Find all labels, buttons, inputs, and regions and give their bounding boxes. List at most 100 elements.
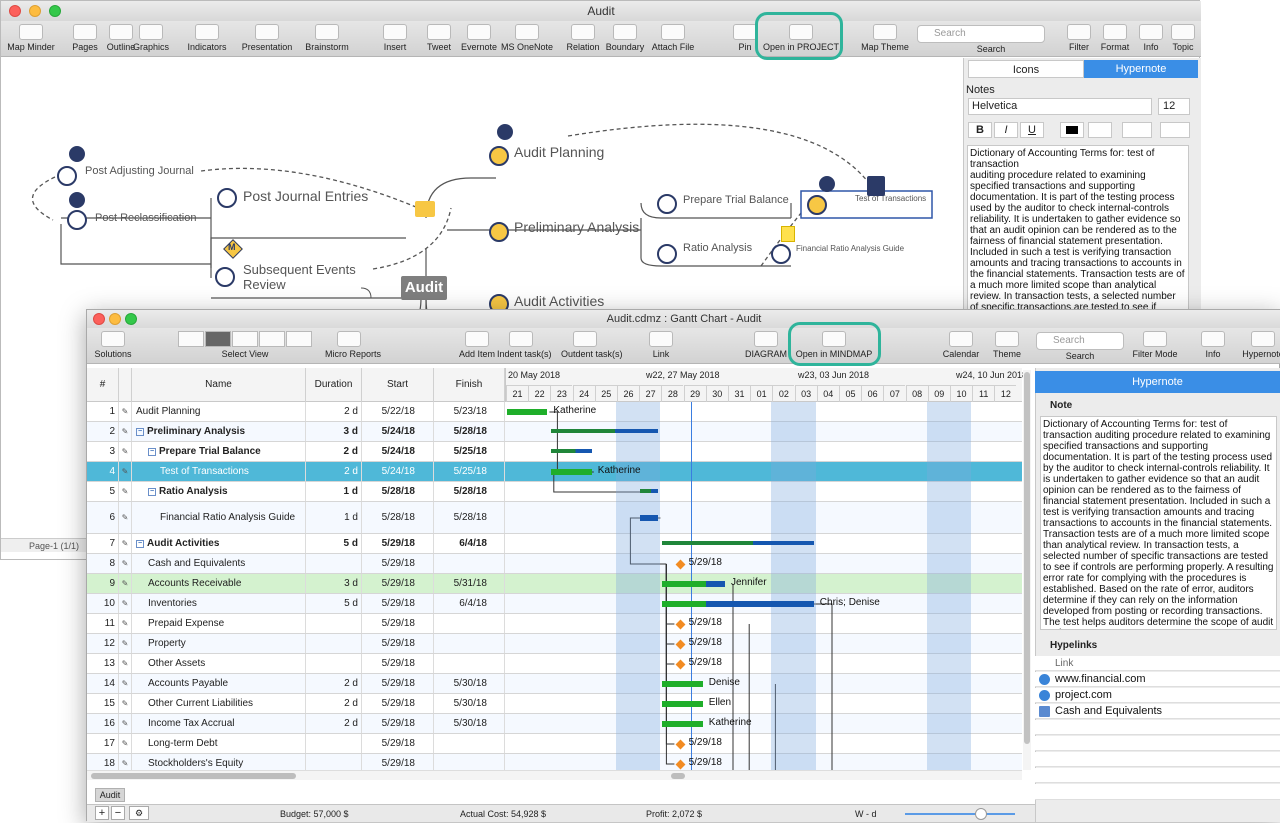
map-minder-icon: [19, 24, 43, 40]
toolbar-map-theme-button[interactable]: Map Theme: [859, 21, 911, 57]
topic-link-icon: [1039, 706, 1050, 717]
weekend-band: [926, 402, 972, 770]
gear-icon[interactable]: ⚙: [129, 806, 149, 820]
toolbar-label: Evernote: [460, 42, 498, 52]
clock-icon: [57, 166, 77, 186]
text-color-button[interactable]: [1060, 122, 1084, 138]
align-button[interactable]: [1160, 122, 1190, 138]
toolbar-label: Map Theme: [861, 42, 909, 52]
horizontal-scrollbar[interactable]: [87, 770, 1022, 780]
task-clock-icon: [69, 192, 85, 208]
vertical-scrollbar[interactable]: [1023, 370, 1031, 770]
topic-financial-ratio-guide[interactable]: Financial Ratio Analysis Guide: [796, 244, 904, 253]
bar-label: Ellen: [708, 697, 732, 708]
progress-bar[interactable]: [662, 701, 703, 707]
zoom-slider[interactable]: [905, 808, 1015, 820]
bar-label: Katherine: [708, 717, 752, 728]
progress-bar[interactable]: [551, 469, 592, 475]
onenote-icon: [515, 24, 539, 40]
list-style-button[interactable]: [1122, 122, 1152, 138]
tab-icons[interactable]: Icons: [968, 60, 1084, 78]
pin-icon: [733, 24, 757, 40]
brainstorm-icon: [315, 24, 339, 40]
bold-button[interactable]: B: [968, 122, 992, 138]
summary-bar[interactable]: [551, 429, 659, 433]
topic-post-journal-entries[interactable]: Post Journal Entries: [243, 188, 368, 204]
progress-bar[interactable]: [662, 581, 707, 587]
minimize-window-button[interactable]: [29, 5, 41, 17]
font-select[interactable]: Helvetica: [968, 98, 1152, 115]
bar-label: Jennifer: [731, 577, 767, 588]
topic-audit-activities[interactable]: Audit Activities: [514, 293, 604, 309]
toolbar-graphics-button[interactable]: Graphics: [125, 21, 177, 57]
task-bar[interactable]: [706, 581, 725, 587]
task-bar[interactable]: [640, 515, 659, 521]
close-window-button[interactable]: [9, 5, 21, 17]
hyperlink-empty-row: [1035, 784, 1280, 800]
insert-icon: [383, 24, 407, 40]
add-sheet-button[interactable]: +: [95, 806, 109, 820]
fill-color-button[interactable]: [1088, 122, 1112, 138]
topic-preliminary-analysis[interactable]: Preliminary Analysis: [514, 219, 639, 235]
mindmap-toolbar: Map Minder Pages Outline Graphics Indicators…: [1, 21, 1201, 57]
toolbar-attach-file-button[interactable]: Attach File: [647, 21, 699, 57]
filter-icon: [1067, 24, 1091, 40]
hyperlink-empty-row: [1035, 768, 1280, 783]
clock-icon: [771, 244, 791, 264]
summary-bar[interactable]: [640, 489, 659, 493]
task-bar[interactable]: [706, 601, 814, 607]
center-topic-audit[interactable]: Audit: [401, 276, 447, 300]
topic-post-reclassification[interactable]: Post Reclassification: [95, 212, 197, 224]
mindmap-note-text[interactable]: Dictionary of Accounting Terms for: test…: [967, 145, 1189, 313]
progress-bar[interactable]: [507, 409, 548, 415]
progress-clock-icon: [807, 195, 827, 215]
progress-bar[interactable]: [662, 721, 703, 727]
toolbar-topic-button[interactable]: Topic: [1157, 21, 1209, 57]
toolbar-ms-onenote-button[interactable]: MS OneNote: [501, 21, 553, 57]
topic-audit-planning[interactable]: Audit Planning: [514, 144, 604, 160]
progress-bar[interactable]: [662, 681, 703, 687]
toolbar-search-button[interactable]: Search Search: [917, 21, 1051, 57]
bar-label: Katherine: [597, 465, 641, 476]
open-project-highlight: [755, 12, 843, 60]
clock-icon: [217, 188, 237, 208]
attach-icon: [661, 24, 685, 40]
toolbar-brainstorm-button[interactable]: Brainstorm: [301, 21, 353, 57]
topic-prepare-trial-balance[interactable]: Prepare Trial Balance: [683, 194, 789, 206]
toolbar-evernote-button[interactable]: Evernote: [453, 21, 505, 57]
search-input[interactable]: Search: [917, 25, 1045, 43]
dependency-line: [549, 411, 558, 472]
bar-label: 5/29/18: [688, 757, 722, 768]
tab-hypernote[interactable]: Hypernote: [1084, 60, 1198, 78]
summary-bar[interactable]: [551, 449, 592, 453]
topic-post-adjusting-journal[interactable]: Post Adjusting Journal: [85, 165, 194, 177]
toolbar-boundary-button[interactable]: Boundary: [599, 21, 651, 57]
dependency-line: [813, 603, 833, 776]
topic-subsequent-events-review[interactable]: Subsequent Events Review: [243, 262, 356, 292]
toolbar-presentation-button[interactable]: Presentation: [241, 21, 293, 57]
toolbar-map-minder-button[interactable]: Map Minder: [5, 21, 57, 57]
toolbar-label: Indicators: [187, 42, 227, 52]
underline-button[interactable]: U: [1020, 122, 1044, 138]
hypernote-text[interactable]: Dictionary of Accounting Terms for: test…: [1040, 416, 1277, 630]
hyperlink-item[interactable]: Cash and Equivalents: [1035, 704, 1280, 719]
task-clock-icon: [819, 176, 835, 192]
font-size-select[interactable]: 12: [1158, 98, 1190, 115]
toolbar-label: Map Minder: [7, 42, 55, 52]
hyperlink-item[interactable]: project.com: [1035, 688, 1280, 703]
warning-icon: [781, 226, 795, 242]
summary-bar[interactable]: [662, 541, 814, 545]
topic-icon: [1171, 24, 1195, 40]
hyperlink-item[interactable]: www.financial.com: [1035, 672, 1280, 687]
remove-sheet-button[interactable]: −: [111, 806, 125, 820]
zoom-window-button[interactable]: [49, 5, 61, 17]
toolbar-indicators-button[interactable]: Indicators: [181, 21, 233, 57]
topic-ratio-analysis[interactable]: Ratio Analysis: [683, 242, 752, 254]
topic-test-of-transactions[interactable]: Test of Transactions: [855, 194, 926, 203]
sheet-tab-audit[interactable]: Audit: [95, 788, 125, 802]
hyperlinks-label: Hypelinks: [1050, 640, 1098, 651]
graphics-icon: [139, 24, 163, 40]
italic-button[interactable]: I: [994, 122, 1018, 138]
globe-icon: [1039, 690, 1050, 701]
progress-bar[interactable]: [662, 601, 707, 607]
